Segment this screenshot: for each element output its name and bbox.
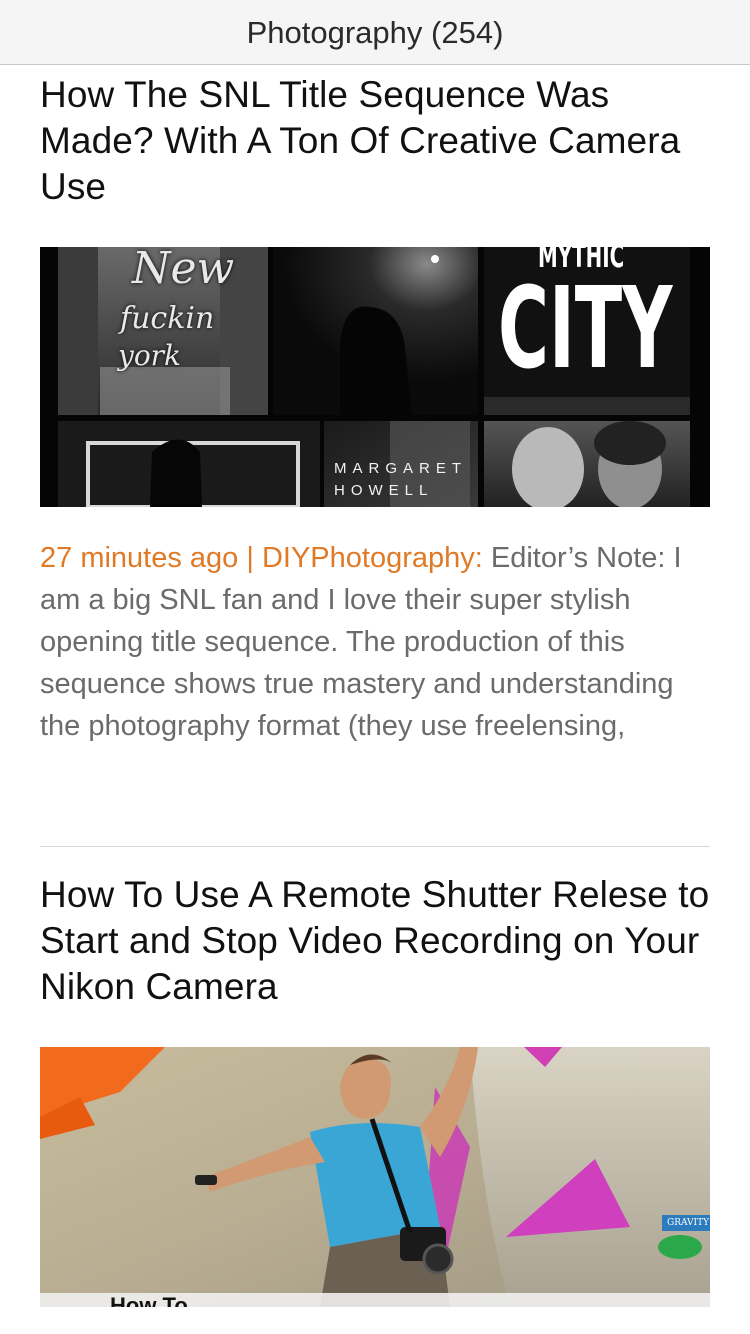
thumbnail-caption: MARGARET <box>334 460 468 477</box>
thumbnail-caption: New <box>132 247 235 294</box>
climbing-wall-image <box>40 1047 710 1307</box>
article-card[interactable]: How The SNL Title Sequence Was Made? Wit… <box>40 72 710 742</box>
article-title[interactable]: How To Use A Remote Shutter Relese to St… <box>40 872 710 1010</box>
page-title: Photography (254) <box>246 15 504 50</box>
thumbnail-badge: GRAVITY <box>662 1215 710 1231</box>
article-card[interactable]: How To Use A Remote Shutter Relese to St… <box>40 872 710 1307</box>
article-summary[interactable]: 27 minutes ago | DIYPhotography: Editor’… <box>40 537 712 747</box>
article-meta: 27 minutes ago | DIYPhotography: <box>40 542 483 574</box>
thumbnail-caption: fuckin <box>120 301 215 336</box>
article-title[interactable]: How The SNL Title Sequence Was Made? Wit… <box>40 72 710 210</box>
thumbnail-caption: HOWELL <box>334 482 434 499</box>
thumbnail-caption: york <box>118 339 182 372</box>
article-thumbnail[interactable]: New fuckin york MYTHIC CITY MARGARET HOW… <box>40 247 710 507</box>
thumbnail-caption: How To <box>110 1293 188 1307</box>
navigation-bar: Photography (254) <box>0 0 750 65</box>
thumbnail-caption: CITY <box>498 264 673 394</box>
divider <box>40 846 710 847</box>
article-thumbnail[interactable]: GRAVITY How To <box>40 1047 710 1307</box>
